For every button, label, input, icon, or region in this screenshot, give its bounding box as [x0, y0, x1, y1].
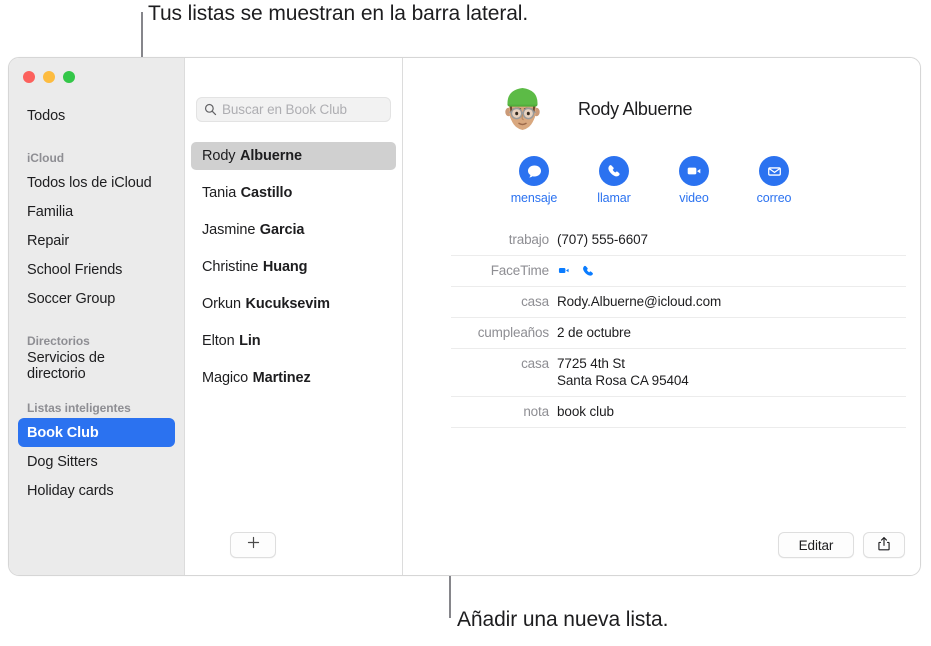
add-list-button[interactable] [230, 532, 276, 558]
field-label: nota [523, 404, 549, 419]
contact-last-name: Garcia [259, 222, 305, 238]
close-button[interactable] [23, 71, 35, 83]
search-input[interactable] [222, 102, 383, 117]
contact-first-name: Orkun [202, 296, 241, 312]
message-bubble-icon [519, 156, 549, 186]
minimize-button[interactable] [43, 71, 55, 83]
field-row: FaceTime [451, 256, 906, 287]
message-action-label: mensaje [510, 191, 558, 205]
share-button[interactable] [863, 532, 905, 558]
field-label: trabajo [508, 232, 549, 247]
sidebar-item-familia[interactable]: Familia [18, 197, 175, 226]
sidebar-group-header-icloud: iCloud [27, 151, 65, 165]
list-item[interactable]: Rody Albuerne [191, 142, 396, 170]
field-row: casa 7725 4th St Santa Rosa CA 95404 [451, 349, 906, 397]
field-label: FaceTime [490, 263, 549, 278]
sidebar-item-holiday-cards[interactable]: Holiday cards [18, 476, 175, 505]
field-row: cumpleaños 2 de octubre [451, 318, 906, 349]
list-item[interactable]: Orkun Kucuksevim [191, 290, 396, 318]
sidebar-item-book-club[interactable]: Book Club [18, 418, 175, 447]
contact-last-name: Martinez [252, 370, 311, 386]
field-label: cumpleaños [477, 325, 549, 340]
mail-action-label: correo [756, 191, 792, 205]
contact-first-name: Magico [202, 370, 249, 386]
share-icon [877, 536, 891, 555]
plus-icon [247, 536, 260, 554]
contact-action-buttons: mensaje llamar video correo [403, 134, 920, 205]
contact-last-name: Albuerne [239, 148, 302, 164]
address-line-1: 7725 4th St [557, 356, 625, 371]
contact-first-name: Jasmine [202, 222, 256, 238]
list-item[interactable]: Tania Castillo [191, 179, 396, 207]
zoom-button[interactable] [63, 71, 75, 83]
sidebar-group-header-listas-inteligentes: Listas inteligentes [27, 401, 131, 415]
search-container [185, 58, 402, 122]
field-row: casa Rody.Albuerne@icloud.com [451, 287, 906, 318]
contact-first-name: Rody [202, 148, 236, 164]
callout-top-text: Tus listas se muestran en la barra later… [148, 2, 529, 25]
contact-last-name: Lin [239, 333, 261, 349]
contacts-column: Rody Albuerne Tania Castillo Jasmine Gar… [185, 58, 403, 575]
contact-detail-pane: Rody Albuerne mensaje llamar video corre… [403, 58, 920, 575]
sidebar-item-todos[interactable]: Todos [18, 101, 175, 130]
contact-fields: trabajo (707) 555-6607 FaceTime casa Rod… [451, 225, 906, 428]
video-action-button[interactable]: video [673, 156, 715, 205]
field-label: casa [521, 356, 549, 371]
call-action-button[interactable]: llamar [593, 156, 635, 205]
sidebar: Todos iCloud Todos los de iCloud Familia… [9, 58, 185, 575]
sidebar-group-header-directorios: Directorios [27, 334, 90, 348]
window-traffic-lights [23, 71, 75, 83]
field-value[interactable]: book club [557, 403, 614, 420]
contact-first-name: Christine [202, 259, 259, 275]
contact-first-name: Tania [202, 185, 237, 201]
envelope-icon [759, 156, 789, 186]
contact-last-name: Kucuksevim [245, 296, 331, 312]
address-line-2: Santa Rosa CA 95404 [557, 373, 689, 388]
sidebar-item-todos-icloud[interactable]: Todos los de iCloud [18, 168, 175, 197]
mail-action-button[interactable]: correo [753, 156, 795, 205]
list-item[interactable]: Jasmine Garcia [191, 216, 396, 244]
detail-toolbar: Editar [778, 532, 905, 558]
phone-icon [599, 156, 629, 186]
field-value[interactable]: 7725 4th St Santa Rosa CA 95404 [557, 355, 689, 389]
sidebar-item-repair[interactable]: Repair [18, 226, 175, 255]
contact-first-name: Elton [202, 333, 235, 349]
edit-button[interactable]: Editar [778, 532, 854, 558]
list-item[interactable]: Magico Martinez [191, 364, 396, 392]
facetime-audio-icon[interactable] [581, 262, 595, 279]
contact-list: Rody Albuerne Tania Castillo Jasmine Gar… [185, 122, 402, 392]
field-value [557, 262, 595, 279]
list-item[interactable]: Christine Huang [191, 253, 396, 281]
contact-last-name: Castillo [240, 185, 293, 201]
field-value[interactable]: (707) 555-6607 [557, 231, 648, 248]
memoji-avatar [498, 85, 547, 134]
sidebar-item-servicios-de-directorio[interactable]: Servicios de directorio [18, 350, 175, 382]
field-row: nota book club [451, 397, 906, 428]
field-value[interactable]: Rody.Albuerne@icloud.com [557, 293, 721, 310]
callout-bottom-text: Añadir una nueva lista. [457, 608, 669, 631]
contact-last-name: Huang [262, 259, 308, 275]
video-camera-icon [679, 156, 709, 186]
field-label: casa [521, 294, 549, 309]
list-item[interactable]: Elton Lin [191, 327, 396, 355]
contacts-window: Todos iCloud Todos los de iCloud Familia… [8, 57, 921, 576]
call-action-label: llamar [597, 191, 631, 205]
sidebar-list: Todos iCloud Todos los de iCloud Familia… [9, 101, 184, 575]
search-field[interactable] [196, 97, 391, 122]
sidebar-item-soccer-group[interactable]: Soccer Group [18, 284, 175, 313]
field-value[interactable]: 2 de octubre [557, 324, 631, 341]
video-action-label: video [679, 191, 709, 205]
sidebar-item-school-friends[interactable]: School Friends [18, 255, 175, 284]
contact-header: Rody Albuerne [403, 58, 920, 134]
facetime-video-icon[interactable] [557, 262, 572, 279]
message-action-button[interactable]: mensaje [510, 156, 558, 205]
contact-name: Rody Albuerne [578, 99, 693, 119]
search-icon [204, 103, 217, 116]
sidebar-item-dog-sitters[interactable]: Dog Sitters [18, 447, 175, 476]
field-row: trabajo (707) 555-6607 [451, 225, 906, 256]
